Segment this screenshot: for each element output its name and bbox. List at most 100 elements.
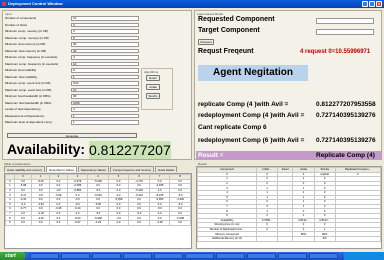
close-button[interactable]: × [376,1,382,7]
parameter-label: Maximum host reliability [5,74,38,79]
taskbar-item[interactable] [247,253,276,259]
table-cell[interactable]: 0.0 [13,219,33,226]
request-frequency-value: 4 request 0=10.55996971 [300,49,371,55]
table-cell[interactable]: -4.48 [148,219,171,226]
parameter-row: Maximum host memory (in KB) 30 [5,48,143,54]
parameters-grid[interactable]: 0 1 2 3 4 5 6 7 8 0 0.0 -5.00 0.0 -0.479 -5.000 0.0 -4.7… [4,173,192,249]
parameter-input[interactable]: 10 [71,87,139,92]
request-button[interactable]: Request [198,39,214,45]
parameter-label: Minimum comp. memory (in KB) [5,29,48,33]
table-cell[interactable]: Additional Memory (in %) [197,235,258,242]
result-value: Replicate Comp (4) [316,152,375,159]
table-cell[interactable]: -0.97 [66,219,89,226]
availability-label: Availability: [7,141,86,157]
system-tray [344,252,384,260]
table-cell[interactable]: 0.0 [169,219,191,226]
requested-component-label: Requested Component [198,16,275,23]
parameter-input[interactable]: 10 [71,61,139,66]
parameter-row: Minimum host memory (in KB) 30 [5,42,143,47]
table-cell[interactable]: 0.0 [49,219,68,226]
algorithms-box: Algorithms Exact Avala Stochs [141,68,173,110]
taskbar-item[interactable] [185,253,214,259]
result-label: Result = [198,152,224,159]
table-cell[interactable]: 6% [313,235,336,242]
table-cell[interactable] [277,235,294,242]
target-component-input[interactable] [316,29,374,35]
parameter-label: Measurement of Dependency [5,113,45,118]
parameter-input[interactable]: 4 [71,55,139,60]
app-icon [2,2,6,6]
result-line-label: replicate Comp (4 )with Avil = [198,101,289,108]
parameter-input[interactable]: 30 [71,42,139,47]
generate-button[interactable]: Generate [7,133,137,138]
parameter-input[interactable]: 8 [71,35,139,40]
parameter-input[interactable]: 10 [71,16,139,21]
result-line-label: redeployment Comp (6 )with Avil = [198,137,305,144]
request-frequency-label: Requst Freqeunt [198,48,254,55]
parameter-label: Maximum host memory (in KB) [5,48,47,53]
parameter-input[interactable]: 30 [71,94,139,99]
table-row[interactable]: Additional Memory (in %) 6% [197,235,381,242]
avala-button[interactable]: Avala [146,84,160,90]
start-button[interactable]: start [0,252,26,260]
tab-dependency-values[interactable]: Dependency Values [46,166,77,172]
maximize-button[interactable] [369,1,375,7]
tab-comps-frequency[interactable]: Comps frequency and memory [109,166,155,172]
parameter-input[interactable]: 3 [71,22,139,27]
table-cell[interactable] [256,235,279,242]
parameter-row: Measurement of Dependency 1 [5,113,143,119]
parameter-label: Levels of host dependency [5,107,41,111]
parameter-input[interactable]: 1 [71,113,139,118]
input-panel: Input Number of components 10 Number of ho… [2,10,192,160]
taskbar-item[interactable] [123,253,152,259]
parameter-row: Maximum host reliability 1 [5,74,143,80]
taskbar-item[interactable] [30,253,59,259]
table-cell[interactable]: -4.23 [87,219,109,226]
requested-component-input[interactable] [316,18,374,24]
parameters-tabs: Hosts reliability and memory Dependency V… [4,166,178,173]
parameter-input[interactable]: 4 [71,29,139,34]
table-cell[interactable]: 0.0 [128,219,150,226]
table-cell[interactable]: 9 [5,219,15,226]
parameter-label: Maximum comp. memory (in KB) [5,35,49,40]
parameter-input[interactable]: 30 [71,48,139,53]
parameter-label: Minimum host memory (in KB) [5,42,46,46]
parameter-label: Minimum host reliability [5,68,37,72]
parameter-input[interactable]: 0.01 [71,81,139,86]
parameter-row: Number of components 10 [5,16,143,21]
parameter-input[interactable]: 1000 [71,100,139,105]
parameter-label: Number of hosts [5,22,28,27]
parameter-row: Minimum host bandwidth (in KB/s) 30 [5,94,143,99]
window-title: Deployment Control Window [8,1,63,6]
taskbar-item[interactable] [154,253,183,259]
minimize-button[interactable] [362,1,368,7]
result-line-label: redeployment Comp (4 )with Avil = [198,112,305,119]
parameter-row: Minimum comp. frequency (in events/s) 4 [5,55,143,60]
taskbar-item[interactable] [92,253,121,259]
table-row[interactable]: 9 0.0 0.0 0.0 -0.97 -4.23 0.0 0.0 -4.48 0.0 [5,219,191,226]
parameter-input[interactable]: 1 [71,120,139,125]
parameter-input[interactable]: 4 [71,107,139,112]
result-grid[interactable]: Component Initial ... Exact Avala Stocha Repl… [196,166,382,249]
table-cell[interactable] [292,235,315,242]
table-cell[interactable]: 0.0 [107,219,130,226]
table-cell[interactable] [334,235,381,242]
parameter-row: Minimum comp. event size (in KB) 0.01 [5,81,143,86]
parameter-label: Maximum host bandwidth (in KB/s) [5,100,52,105]
table-cell[interactable]: 0.0 [31,219,51,226]
taskbar-item[interactable] [216,253,245,259]
parameter-row: Number of hosts 3 [5,22,143,28]
tab-dependency-values-2[interactable]: Dependency Values [77,166,109,172]
parameter-row: Maximum comp. event size (in KB) 10 [5,87,143,93]
stochs-button[interactable]: Stochs [146,93,160,99]
parameter-input[interactable]: 1 [71,74,139,79]
taskbar-item[interactable] [278,253,307,259]
tab-hosts-reliability[interactable]: Hosts reliability and memory [4,166,46,172]
tab-hosts-bandwidth[interactable]: Hosts bandw [155,166,178,172]
taskbar: start [0,252,384,260]
parameter-input[interactable]: 0 [71,68,139,73]
parameter-row: Levels of host dependency 4 [5,107,143,112]
taskbar-item[interactable] [309,253,338,259]
taskbar-item[interactable] [61,253,90,259]
exact-button[interactable]: Exact [146,75,160,81]
